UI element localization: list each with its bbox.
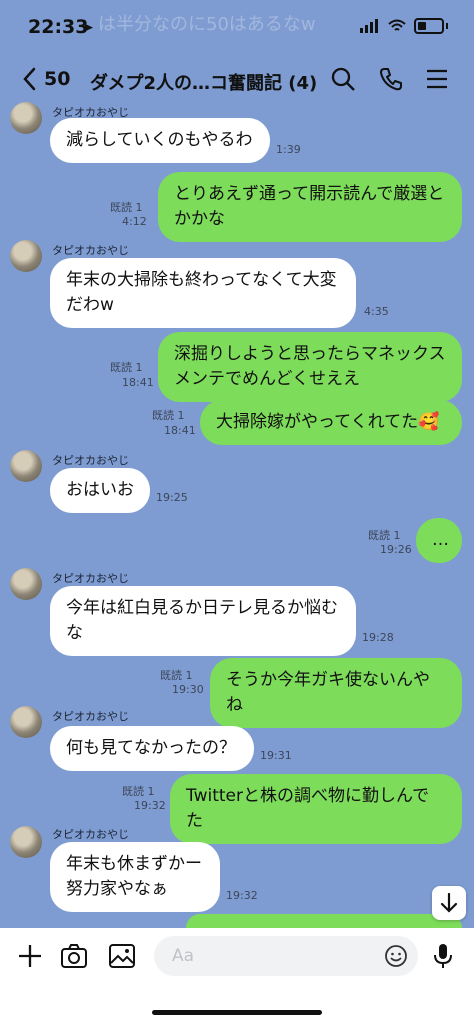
read-receipt: 既読 1 bbox=[110, 201, 143, 214]
camera-icon[interactable] bbox=[60, 942, 88, 970]
message-bubble[interactable]: 何も見てなかったの？ bbox=[50, 726, 254, 771]
status-bar: 22:33 ➤ は半分なのに50はあるなw bbox=[0, 0, 474, 54]
signal-icon bbox=[360, 19, 378, 33]
sender-name: タピオカおやじ bbox=[52, 710, 129, 723]
message-bubble[interactable]: 年末の大掃除も終わってなくて大変 だわw bbox=[50, 258, 356, 328]
avatar[interactable] bbox=[10, 102, 42, 134]
message-input-placeholder: Aa bbox=[172, 946, 195, 966]
message-bubble-partial[interactable] bbox=[186, 914, 462, 928]
message-time: 4:12 bbox=[122, 215, 147, 228]
message-time: 1:39 bbox=[276, 143, 301, 156]
message-bubble[interactable]: 大掃除嫁がやってくれてた🥰 bbox=[200, 400, 462, 445]
avatar[interactable] bbox=[10, 568, 42, 600]
microphone-icon[interactable] bbox=[432, 942, 454, 970]
menu-icon[interactable] bbox=[424, 66, 450, 92]
scroll-down-arrow-icon[interactable] bbox=[432, 886, 466, 920]
unread-count[interactable]: 50 bbox=[44, 68, 70, 90]
image-icon[interactable] bbox=[108, 942, 136, 970]
read-receipt: 既読 1 bbox=[122, 785, 155, 798]
message-time: 19:25 bbox=[156, 491, 188, 504]
message-time: 18:41 bbox=[122, 376, 154, 389]
read-receipt: 既読 1 bbox=[368, 529, 401, 542]
plus-icon[interactable] bbox=[16, 942, 44, 970]
chat-header: 50 ダメプ2人の…コ奮闘記 (4) bbox=[0, 54, 474, 106]
message-time: 19:31 bbox=[260, 749, 292, 762]
notification-preview: は半分なのに50はあるなw bbox=[98, 14, 316, 35]
search-icon[interactable] bbox=[330, 66, 356, 92]
message-bubble[interactable]: とりあえず通って開示読んで厳選と かかな bbox=[158, 172, 462, 242]
message-bubble[interactable]: おはいお bbox=[50, 468, 150, 513]
message-time: 19:26 bbox=[380, 543, 412, 556]
avatar[interactable] bbox=[10, 826, 42, 858]
read-receipt: 既読 1 bbox=[160, 669, 193, 682]
avatar[interactable] bbox=[10, 240, 42, 272]
message-bubble[interactable]: 今年は紅白見るか日テレ見るか悩む な bbox=[50, 586, 356, 656]
message-time: 19:28 bbox=[362, 631, 394, 644]
read-receipt: 既読 1 bbox=[152, 409, 185, 422]
message-bubble[interactable]: 減らしていくのもやるわ bbox=[50, 118, 270, 163]
message-bubble[interactable]: 深掘りしようと思ったらマネックス メンテでめんどくせええ bbox=[158, 332, 462, 402]
message-time: 19:32 bbox=[134, 799, 166, 812]
message-bubble[interactable]: Twitterと株の調べ物に勤しんでた bbox=[170, 774, 462, 844]
message-bubble[interactable]: そうか今年ガキ使ないんやね bbox=[210, 658, 462, 728]
back-icon[interactable] bbox=[18, 66, 44, 92]
sender-name: タピオカおやじ bbox=[52, 454, 129, 467]
message-input[interactable]: Aa bbox=[154, 936, 418, 976]
sender-name: タピオカおやじ bbox=[52, 828, 129, 841]
sender-name: タピオカおやじ bbox=[52, 244, 129, 257]
status-time: 22:33 bbox=[28, 16, 89, 38]
home-indicator bbox=[152, 1010, 322, 1015]
room-title[interactable]: ダメプ2人の…コ奮闘記 (4) bbox=[90, 69, 317, 95]
message-time: 19:32 bbox=[226, 889, 258, 902]
message-time: 18:41 bbox=[164, 424, 196, 437]
wifi-icon bbox=[388, 19, 406, 31]
message-bubble[interactable]: … bbox=[416, 518, 462, 563]
input-bar: Aa bbox=[0, 928, 474, 1024]
read-receipt: 既読 1 bbox=[110, 361, 143, 374]
message-bubble[interactable]: 年末も休まずかー 努力家やなぁ bbox=[50, 842, 220, 912]
avatar[interactable] bbox=[10, 706, 42, 738]
location-arrow-icon: ➤ bbox=[82, 20, 94, 36]
battery-icon bbox=[414, 18, 444, 34]
avatar[interactable] bbox=[10, 450, 42, 482]
phone-icon[interactable] bbox=[378, 66, 404, 92]
sender-name: タピオカおやじ bbox=[52, 572, 129, 585]
status-icons bbox=[360, 18, 448, 34]
message-time: 4:35 bbox=[364, 305, 389, 318]
message-time: 19:30 bbox=[172, 683, 204, 696]
emoji-icon[interactable] bbox=[384, 944, 408, 968]
